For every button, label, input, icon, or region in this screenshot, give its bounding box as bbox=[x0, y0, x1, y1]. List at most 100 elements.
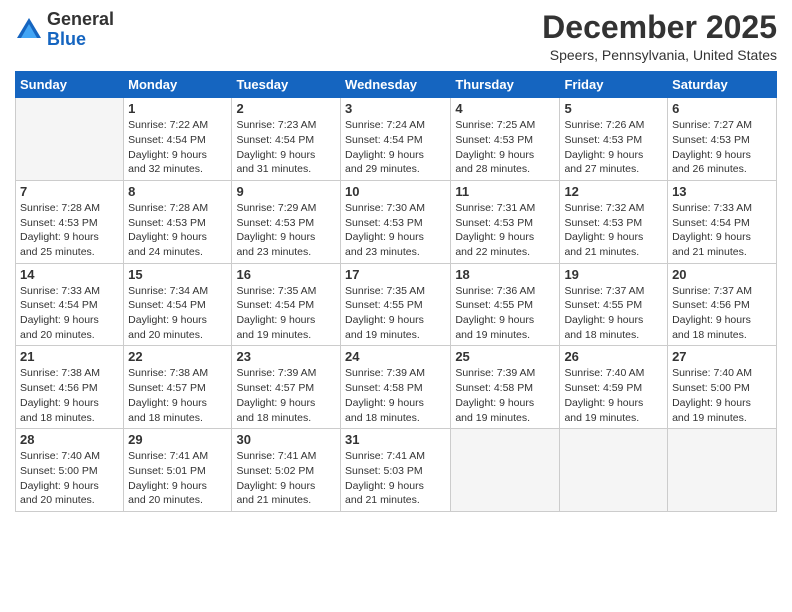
daylight-text-1: Daylight: 9 hours bbox=[672, 313, 772, 328]
daylight-text-1: Daylight: 9 hours bbox=[564, 313, 663, 328]
sunset-text: Sunset: 4:54 PM bbox=[20, 298, 119, 313]
day-info: Sunrise: 7:28 AMSunset: 4:53 PMDaylight:… bbox=[128, 201, 227, 260]
daylight-text-2: and 19 minutes. bbox=[455, 328, 555, 343]
page: General Blue December 2025 Speers, Penns… bbox=[0, 0, 792, 612]
day-number: 3 bbox=[345, 101, 446, 116]
location: Speers, Pennsylvania, United States bbox=[542, 47, 777, 63]
calendar-cell bbox=[16, 98, 124, 181]
daylight-text-2: and 20 minutes. bbox=[128, 493, 227, 508]
daylight-text-2: and 21 minutes. bbox=[236, 493, 336, 508]
daylight-text-2: and 24 minutes. bbox=[128, 245, 227, 260]
daylight-text-2: and 27 minutes. bbox=[564, 162, 663, 177]
daylight-text-1: Daylight: 9 hours bbox=[128, 396, 227, 411]
daylight-text-2: and 18 minutes. bbox=[236, 411, 336, 426]
day-info: Sunrise: 7:38 AMSunset: 4:57 PMDaylight:… bbox=[128, 366, 227, 425]
title-block: December 2025 Speers, Pennsylvania, Unit… bbox=[542, 10, 777, 63]
day-number: 17 bbox=[345, 267, 446, 282]
calendar-cell: 26Sunrise: 7:40 AMSunset: 4:59 PMDayligh… bbox=[560, 346, 668, 429]
daylight-text-2: and 18 minutes. bbox=[20, 411, 119, 426]
sunset-text: Sunset: 4:59 PM bbox=[564, 381, 663, 396]
day-info: Sunrise: 7:39 AMSunset: 4:57 PMDaylight:… bbox=[236, 366, 336, 425]
day-number: 4 bbox=[455, 101, 555, 116]
daylight-text-2: and 31 minutes. bbox=[236, 162, 336, 177]
day-info: Sunrise: 7:26 AMSunset: 4:53 PMDaylight:… bbox=[564, 118, 663, 177]
day-number: 20 bbox=[672, 267, 772, 282]
sunrise-text: Sunrise: 7:39 AM bbox=[455, 366, 555, 381]
sunrise-text: Sunrise: 7:39 AM bbox=[345, 366, 446, 381]
calendar-cell: 22Sunrise: 7:38 AMSunset: 4:57 PMDayligh… bbox=[124, 346, 232, 429]
logo-general-text: General bbox=[47, 9, 114, 29]
sunset-text: Sunset: 4:55 PM bbox=[455, 298, 555, 313]
calendar-cell: 4Sunrise: 7:25 AMSunset: 4:53 PMDaylight… bbox=[451, 98, 560, 181]
day-info: Sunrise: 7:41 AMSunset: 5:02 PMDaylight:… bbox=[236, 449, 336, 508]
sunset-text: Sunset: 4:54 PM bbox=[128, 298, 227, 313]
month-title: December 2025 bbox=[542, 10, 777, 45]
calendar-cell bbox=[668, 429, 777, 512]
sunset-text: Sunset: 5:00 PM bbox=[672, 381, 772, 396]
calendar-cell: 14Sunrise: 7:33 AMSunset: 4:54 PMDayligh… bbox=[16, 263, 124, 346]
daylight-text-2: and 23 minutes. bbox=[236, 245, 336, 260]
daylight-text-1: Daylight: 9 hours bbox=[236, 313, 336, 328]
sunset-text: Sunset: 5:01 PM bbox=[128, 464, 227, 479]
sunrise-text: Sunrise: 7:31 AM bbox=[455, 201, 555, 216]
sunset-text: Sunset: 4:53 PM bbox=[564, 133, 663, 148]
calendar-cell: 3 Sunrise: 7:24 AMSunset: 4:54 PMDaylight… bbox=[341, 98, 451, 181]
sunset-text: Sunset: 4:57 PM bbox=[236, 381, 336, 396]
daylight-text-1: Daylight: 9 hours bbox=[236, 396, 336, 411]
daylight-text-2: and 19 minutes. bbox=[455, 411, 555, 426]
day-number: 14 bbox=[20, 267, 119, 282]
calendar-cell: 10Sunrise: 7:30 AMSunset: 4:53 PMDayligh… bbox=[341, 180, 451, 263]
day-number: 26 bbox=[564, 349, 663, 364]
calendar: SundayMondayTuesdayWednesdayThursdayFrid… bbox=[15, 71, 777, 512]
daylight-text-2: and 26 minutes. bbox=[672, 162, 772, 177]
daylight-text-1: Daylight: 9 hours bbox=[455, 148, 555, 163]
daylight-text-1: Daylight: 9 hours bbox=[455, 396, 555, 411]
daylight-text-1: Daylight: 9 hours bbox=[455, 313, 555, 328]
daylight-text-2: and 18 minutes. bbox=[672, 328, 772, 343]
day-number: 30 bbox=[236, 432, 336, 447]
day-info: Sunrise: 7:24 AMSunset: 4:54 PMDaylight:… bbox=[345, 118, 446, 177]
daylight-text-2: and 32 minutes. bbox=[128, 162, 227, 177]
day-number: 28 bbox=[20, 432, 119, 447]
calendar-cell: 19Sunrise: 7:37 AMSunset: 4:55 PMDayligh… bbox=[560, 263, 668, 346]
sunset-text: Sunset: 4:54 PM bbox=[345, 133, 446, 148]
day-number: 5 bbox=[564, 101, 663, 116]
day-number: 9 bbox=[236, 184, 336, 199]
sunset-text: Sunset: 5:00 PM bbox=[20, 464, 119, 479]
day-number: 18 bbox=[455, 267, 555, 282]
calendar-cell: 28Sunrise: 7:40 AMSunset: 5:00 PMDayligh… bbox=[16, 429, 124, 512]
daylight-text-1: Daylight: 9 hours bbox=[128, 479, 227, 494]
day-number: 12 bbox=[564, 184, 663, 199]
sunrise-text: Sunrise: 7:32 AM bbox=[564, 201, 663, 216]
daylight-text-1: Daylight: 9 hours bbox=[236, 148, 336, 163]
day-of-week-sunday: Sunday bbox=[16, 72, 124, 98]
day-info: Sunrise: 7:31 AMSunset: 4:53 PMDaylight:… bbox=[455, 201, 555, 260]
day-info: Sunrise: 7:37 AMSunset: 4:55 PMDaylight:… bbox=[564, 284, 663, 343]
day-info: Sunrise: 7:36 AMSunset: 4:55 PMDaylight:… bbox=[455, 284, 555, 343]
sunrise-text: Sunrise: 7:40 AM bbox=[20, 449, 119, 464]
day-number: 2 bbox=[236, 101, 336, 116]
day-info: Sunrise: 7:33 AMSunset: 4:54 PMDaylight:… bbox=[672, 201, 772, 260]
sunrise-text: Sunrise: 7:37 AM bbox=[564, 284, 663, 299]
daylight-text-1: Daylight: 9 hours bbox=[128, 148, 227, 163]
calendar-cell: 6Sunrise: 7:27 AMSunset: 4:53 PMDaylight… bbox=[668, 98, 777, 181]
calendar-cell: 1Sunrise: 7:22 AMSunset: 4:54 PMDaylight… bbox=[124, 98, 232, 181]
daylight-text-1: Daylight: 9 hours bbox=[345, 396, 446, 411]
calendar-cell bbox=[560, 429, 668, 512]
sunset-text: Sunset: 4:54 PM bbox=[672, 216, 772, 231]
day-number: 11 bbox=[455, 184, 555, 199]
daylight-text-1: Daylight: 9 hours bbox=[455, 230, 555, 245]
calendar-cell: 18 Sunrise: 7:36 AMSunset: 4:55 PMDayligh… bbox=[451, 263, 560, 346]
calendar-cell: 5 Sunrise: 7:26 AMSunset: 4:53 PMDaylight… bbox=[560, 98, 668, 181]
calendar-cell: 2Sunrise: 7:23 AMSunset: 4:54 PMDaylight… bbox=[232, 98, 341, 181]
day-number: 16 bbox=[236, 267, 336, 282]
daylight-text-1: Daylight: 9 hours bbox=[564, 230, 663, 245]
daylight-text-1: Daylight: 9 hours bbox=[564, 148, 663, 163]
daylight-text-1: Daylight: 9 hours bbox=[236, 479, 336, 494]
day-number: 7 bbox=[20, 184, 119, 199]
day-number: 23 bbox=[236, 349, 336, 364]
day-info: Sunrise: 7:22 AMSunset: 4:54 PMDaylight:… bbox=[128, 118, 227, 177]
sunrise-text: Sunrise: 7:33 AM bbox=[672, 201, 772, 216]
sunset-text: Sunset: 4:56 PM bbox=[672, 298, 772, 313]
daylight-text-2: and 18 minutes. bbox=[564, 328, 663, 343]
